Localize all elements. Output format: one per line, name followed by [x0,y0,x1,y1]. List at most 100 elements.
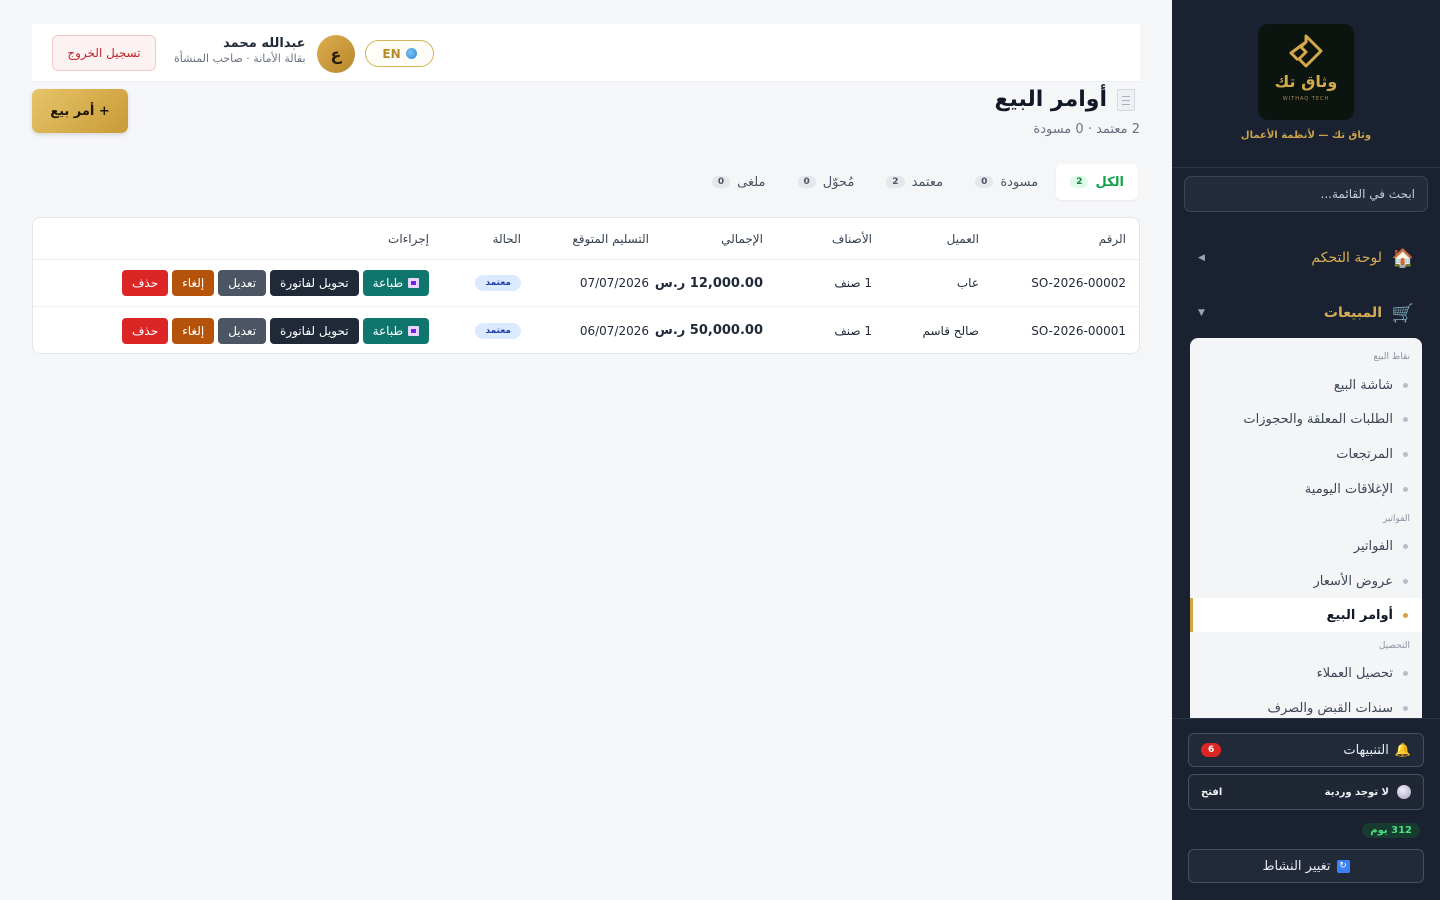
status-cell: معتمد [475,307,521,353]
brand-header: وثاق تك WITHAQ TECH وثاق تك — لأنظمة الأ… [1172,0,1440,168]
sidebar-item-label: سندات القبض والصرف [1267,700,1393,716]
edit-button[interactable]: تعديل [218,270,267,296]
brand-tagline: وثاق تك — لأنظمة الأعمال [1240,130,1372,141]
user-role: بقالة الأمانة · صاحب المنشأة [174,52,306,65]
edit-button[interactable]: تعديل [218,317,267,344]
sales-orders-table: الرقم العميل الأصناف الإجمالي التسليم ال… [32,217,1140,354]
sidebar-footer: 🔔 التنبيهات 6 لا توجد وردية افتح 312 يوم… [1172,718,1440,900]
status-badge: معتمد [475,322,521,339]
bullet-icon [1403,543,1408,549]
print-button[interactable]: طباعة [362,270,429,296]
table-row[interactable]: SO-2026-00001 صالح قاسم 1 صنف 50,000.00 … [33,307,1139,353]
page-subtitle: 2 معتمد · 0 مسودة [1033,122,1140,137]
column-header-number: الرقم [1098,231,1126,246]
cancel-button[interactable]: إلغاء [172,317,215,344]
sidebar-item-label: الإغلاقات اليومية [1304,481,1393,497]
sidebar-item-quotations[interactable]: عروض الأسعار [1190,564,1422,598]
tab-approved[interactable]: معتمد 2 [872,164,957,200]
delete-button[interactable]: حذف [121,317,169,344]
alerts-label: التنبيهات [1343,742,1389,758]
switch-business-button[interactable]: ↻ تغيير النشاط [1188,849,1424,883]
print-label: طباعة [372,276,403,290]
tab-converted[interactable]: مُحوّل 0 [784,164,869,200]
sidebar-item-returns[interactable]: المرتجعات [1190,437,1422,471]
bullet-icon [1403,486,1408,492]
column-header-total: الإجمالي [721,231,763,246]
items-count: 1 صنف [834,323,872,338]
bullet-icon [1403,705,1408,711]
user-name: عبدالله محمد [223,36,306,51]
sidebar-item-label: المرتجعات [1336,446,1393,462]
document-icon [1117,88,1135,111]
column-header-items: الأصناف [831,231,872,246]
tab-count: 0 [711,176,731,188]
order-total: 12,000.00 ر.س [654,275,763,291]
language-toggle-button[interactable]: EN [365,40,434,67]
tab-cancelled[interactable]: ملغى 0 [698,164,780,200]
tab-label: مسودة [1000,174,1039,190]
bullet-icon [1403,670,1408,676]
customer-name: عاب [956,276,979,290]
sidebar-item-label: عروض الأسعار [1313,573,1394,589]
tab-label: مُحوّل [822,174,855,190]
logo-mark-icon [1289,34,1323,68]
nav-item-sales[interactable]: 🛒 المبيعات ▼ [1190,293,1422,333]
bullet-icon [1403,578,1408,584]
chevron-down-icon: ▼ [1198,308,1205,318]
cart-icon: 🛒 [1391,302,1414,324]
tab-count: 0 [975,176,994,188]
shift-status: لا توجد وردية افتح [1188,774,1424,810]
tab-all[interactable]: الكل 2 [1056,164,1138,200]
shift-label: لا توجد وردية [1324,786,1389,798]
convert-to-invoice-button[interactable]: تحويل لفاتورة [270,317,359,344]
nav-item-label: لوحة التحكم [1311,250,1382,266]
top-bar: تسجيل الخروج عبدالله محمد بقالة الأمانة … [32,24,1140,82]
order-number: SO-2026-00002 [1031,260,1126,306]
bullet-icon [1403,612,1408,618]
convert-to-invoice-button[interactable]: تحويل لفاتورة [270,270,359,296]
printer-icon [408,325,419,336]
cancel-button[interactable]: إلغاء [172,270,215,296]
brand-logo: وثاق تك WITHAQ TECH [1258,24,1354,120]
delivery-date: 07/07/2026 [579,276,649,290]
nav-item-dashboard[interactable]: 🏠 لوحة التحكم ◀ [1190,238,1422,278]
open-shift-button[interactable]: افتح [1201,787,1222,798]
column-header-customer: العميل [946,231,979,246]
alerts-button[interactable]: 🔔 التنبيهات 6 [1188,733,1424,767]
alerts-count-badge: 6 [1201,743,1222,757]
delivery-date: 06/07/2026 [579,323,649,338]
logout-button[interactable]: تسجيل الخروج [52,35,156,71]
new-sales-order-button[interactable]: + أمر بيع [32,89,128,133]
sidebar-item-sales-orders[interactable]: أوامر البيع [1190,598,1422,632]
avatar[interactable]: ع [317,35,355,73]
column-header-status: الحالة [492,231,521,246]
brand-logo-subtext: WITHAQ TECH [1282,96,1330,102]
status-tabs: الكل 2 مسودة 0 معتمد 2 مُحوّل 0 ملغى 0 [698,164,1138,200]
brand-logo-text: وثاق تك [1274,72,1338,91]
tab-label: معتمد [911,174,944,190]
tab-draft[interactable]: مسودة 0 [961,164,1052,200]
sidebar-item-label: الفواتير [1353,538,1393,554]
sidebar-item-vouchers[interactable]: سندات القبض والصرف [1190,691,1422,718]
sidebar-item-pending-orders[interactable]: الطلبات المعلقة والحجوزات [1190,402,1422,436]
delete-button[interactable]: حذف [121,270,169,296]
print-label: طباعة [372,323,403,338]
sidebar-item-customer-collection[interactable]: تحصيل العملاء [1190,656,1422,690]
sidebar-item-label: الطلبات المعلقة والحجوزات [1243,411,1393,427]
table-header: الرقم العميل الأصناف الإجمالي التسليم ال… [33,218,1139,260]
order-total: 50,000.00 ر.س [654,323,763,338]
tab-label: الكل [1095,174,1124,190]
tab-count: 2 [1070,176,1089,188]
sidebar-search-input[interactable] [1184,176,1428,212]
table-row[interactable]: SO-2026-00002 عاب 1 صنف 12,000.00 ر.س 07… [33,260,1139,307]
user-info: عبدالله محمد بقالة الأمانة · صاحب المنشأ… [174,36,306,65]
bullet-icon [1403,382,1408,388]
sidebar-item-invoices[interactable]: الفواتير [1190,529,1422,563]
nav-item-label: المبيعات [1323,305,1382,321]
sidebar-item-pos-screen[interactable]: شاشة البيع [1190,368,1422,402]
order-number-text: SO-2026-00002 [1031,276,1126,290]
section-label-pos: نقاط البيع [1373,352,1410,362]
sidebar-item-daily-closings[interactable]: الإغلاقات اليومية [1190,472,1422,506]
print-button[interactable]: طباعة [362,317,429,344]
sales-submenu: نقاط البيع شاشة البيع الطلبات المعلقة وا… [1190,338,1422,718]
